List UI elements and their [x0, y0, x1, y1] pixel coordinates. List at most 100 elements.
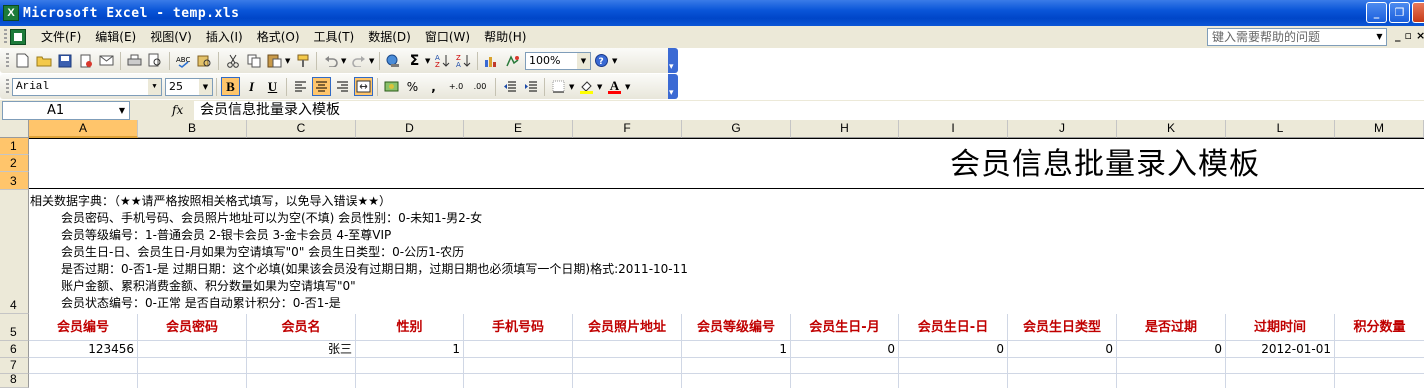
column-header-d[interactable]: D — [356, 120, 464, 138]
column-header-c[interactable]: C — [247, 120, 356, 138]
new-file-icon[interactable] — [13, 51, 32, 70]
data-cell[interactable]: 张三 — [247, 341, 355, 358]
fill-color-icon[interactable] — [577, 77, 596, 96]
align-center-icon[interactable] — [312, 77, 331, 96]
align-left-icon[interactable] — [291, 77, 310, 96]
chevron-down-icon[interactable]: ▼ — [369, 57, 376, 65]
data-cell[interactable]: 1 — [682, 341, 790, 358]
menu-help[interactable]: 帮助(H) — [477, 27, 533, 47]
email-icon[interactable] — [97, 51, 116, 70]
redo-icon[interactable] — [349, 51, 368, 70]
row-header-4[interactable]: 4 — [0, 190, 29, 314]
name-box[interactable]: A1 ▼ — [2, 100, 130, 120]
header-cell[interactable]: 手机号码 — [464, 314, 572, 341]
chevron-down-icon[interactable]: ▼ — [148, 78, 161, 95]
spelling-icon[interactable]: ABC — [174, 51, 193, 70]
cut-icon[interactable] — [223, 51, 242, 70]
align-right-icon[interactable] — [333, 77, 352, 96]
print-icon[interactable] — [125, 51, 144, 70]
decrease-decimal-button[interactable]: .00 — [469, 77, 491, 96]
menu-data[interactable]: 数据(D) — [361, 27, 418, 47]
font-select[interactable]: Arial ▼ — [12, 77, 162, 96]
doc-restore-button[interactable]: ▫ — [1405, 29, 1412, 42]
chevron-down-icon[interactable]: ▼ — [425, 57, 432, 65]
toolbar-options-button[interactable] — [668, 48, 678, 73]
row-header-1[interactable]: 1 — [0, 138, 29, 155]
sort-ascending-icon[interactable]: AZ — [433, 51, 452, 70]
increase-decimal-button[interactable]: +.0 — [445, 77, 467, 96]
merged-notes-cell[interactable]: 相关数据字典：（★★请严格按照相关格式填写，以免导入错误★★） 会员密码、手机号… — [29, 190, 1424, 314]
chevron-down-icon[interactable]: ▼ — [625, 83, 632, 91]
increase-indent-icon[interactable] — [521, 77, 540, 96]
menu-view[interactable]: 视图(V) — [143, 27, 199, 47]
row-header-5[interactable]: 5 — [0, 314, 29, 341]
comma-style-button[interactable]: , — [424, 77, 443, 96]
header-cell[interactable]: 会员密码 — [138, 314, 246, 341]
permission-icon[interactable] — [76, 51, 95, 70]
header-cell[interactable]: 会员生日-日 — [899, 314, 1007, 341]
chevron-down-icon[interactable]: ▼ — [569, 83, 576, 91]
hyperlink-icon[interactable] — [384, 51, 403, 70]
workbook-icon[interactable] — [10, 29, 26, 45]
menu-window[interactable]: 窗口(W) — [418, 27, 477, 47]
column-header-m[interactable]: M — [1335, 120, 1424, 138]
toolbar-grip[interactable] — [6, 78, 9, 95]
data-cell[interactable] — [1335, 341, 1424, 358]
data-cell[interactable]: 0 — [899, 341, 1007, 358]
doc-close-button[interactable]: × — [1416, 29, 1424, 42]
column-header-b[interactable]: B — [138, 120, 247, 138]
autosum-icon[interactable]: Σ — [405, 51, 424, 70]
minimize-button[interactable]: _ — [1366, 2, 1387, 23]
column-header-f[interactable]: F — [573, 120, 682, 138]
currency-icon[interactable] — [382, 77, 401, 96]
print-preview-icon[interactable] — [146, 51, 165, 70]
chevron-down-icon[interactable]: ▼ — [597, 83, 604, 91]
save-icon[interactable] — [55, 51, 74, 70]
column-header-h[interactable]: H — [791, 120, 899, 138]
column-header-a[interactable]: A — [29, 120, 138, 138]
column-header-i[interactable]: I — [899, 120, 1008, 138]
select-all-corner[interactable] — [0, 120, 29, 138]
header-cell[interactable]: 会员生日类型 — [1008, 314, 1116, 341]
header-cell[interactable]: 会员名 — [247, 314, 355, 341]
formula-input[interactable]: 会员信息批量录入模板 — [194, 100, 1424, 120]
excel-app-icon[interactable]: X — [3, 5, 19, 21]
italic-button[interactable]: I — [242, 77, 261, 96]
merged-title-cell[interactable]: 会员信息批量录入模板 — [29, 138, 1424, 189]
doc-minimize-button[interactable]: _ — [1395, 29, 1401, 42]
menu-insert[interactable]: 插入(I) — [199, 27, 250, 47]
insert-function-icon[interactable]: fx — [172, 103, 194, 117]
menu-grip[interactable] — [4, 29, 7, 45]
percent-style-button[interactable]: % — [403, 77, 422, 96]
data-cell[interactable] — [138, 341, 246, 358]
merge-center-icon[interactable] — [354, 77, 373, 96]
header-cell[interactable]: 过期时间 — [1226, 314, 1334, 341]
column-header-k[interactable]: K — [1117, 120, 1226, 138]
header-cell[interactable]: 会员照片地址 — [573, 314, 681, 341]
chevron-down-icon[interactable]: ▼ — [1373, 29, 1386, 45]
decrease-indent-icon[interactable] — [500, 77, 519, 96]
sort-descending-icon[interactable]: ZA — [454, 51, 473, 70]
chevron-down-icon[interactable]: ▼ — [612, 57, 619, 65]
column-header-l[interactable]: L — [1226, 120, 1335, 138]
data-cell[interactable]: 0 — [1117, 341, 1225, 358]
drawing-icon[interactable] — [503, 51, 522, 70]
header-cell[interactable]: 会员等级编号 — [682, 314, 790, 341]
data-cell[interactable]: 2012-01-01 — [1226, 341, 1334, 358]
chevron-down-icon[interactable]: ▼ — [119, 102, 125, 119]
column-header-j[interactable]: J — [1008, 120, 1117, 138]
header-cell[interactable]: 会员编号 — [29, 314, 137, 341]
menu-tools[interactable]: 工具(T) — [307, 27, 362, 47]
menu-file[interactable]: 文件(F) — [34, 27, 88, 47]
header-cell[interactable]: 性别 — [356, 314, 463, 341]
format-painter-icon[interactable] — [293, 51, 312, 70]
close-button[interactable] — [1412, 2, 1424, 23]
chevron-down-icon[interactable]: ▼ — [577, 52, 590, 69]
chevron-down-icon[interactable]: ▼ — [285, 57, 292, 65]
bold-button[interactable]: B — [221, 77, 240, 96]
underline-button[interactable]: U — [263, 77, 282, 96]
help-icon[interactable]: ? — [592, 51, 611, 70]
chart-wizard-icon[interactable] — [482, 51, 501, 70]
font-size-select[interactable]: 25 ▼ — [165, 77, 213, 96]
menu-format[interactable]: 格式(O) — [250, 27, 307, 47]
